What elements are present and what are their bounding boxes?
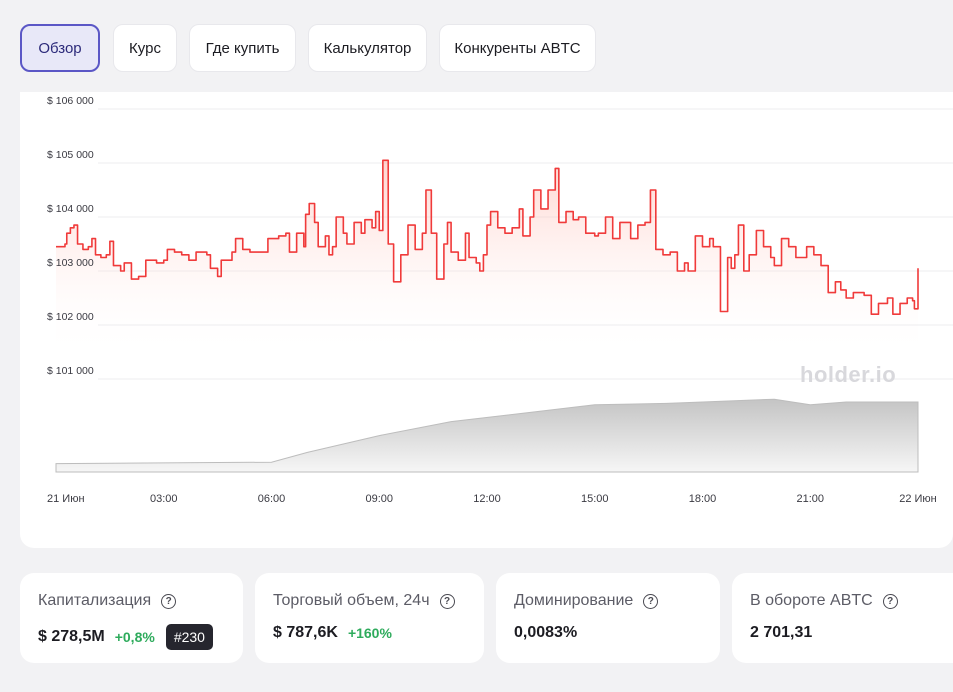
tab-where-to-buy[interactable]: Где купить	[189, 24, 296, 72]
question-circle-icon[interactable]: ?	[161, 593, 177, 609]
stat-card-dominance: Доминирование ? 0,0083%	[496, 573, 720, 663]
question-circle-icon[interactable]: ?	[882, 593, 898, 609]
stat-label: Торговый объем, 24ч ?	[273, 592, 455, 610]
stat-change: +160%	[347, 625, 392, 641]
tab-calculator[interactable]: Калькулятор	[308, 24, 427, 72]
volume-area	[55, 398, 919, 473]
x-tick-label: 22 Июн	[899, 493, 937, 505]
tab-competitors[interactable]: Конкуренты ABTC	[439, 24, 596, 72]
x-tick-label: 21 Июн	[47, 493, 85, 505]
stat-label-text: Доминирование	[514, 592, 634, 609]
stat-change: +0,8%	[114, 629, 155, 645]
stat-value-row: $ 278,5M +0,8% #230	[38, 624, 213, 650]
price-area	[56, 160, 918, 358]
stat-value-row: 0,0083%	[514, 624, 577, 642]
stat-card-volume: Торговый объем, 24ч ? $ 787,6K +160%	[255, 573, 484, 663]
x-tick-label: 21:00	[796, 493, 824, 505]
x-tick-label: 03:00	[150, 493, 178, 505]
y-tick-label: $ 101 000	[47, 365, 94, 377]
x-tick-label: 18:00	[689, 493, 717, 505]
stat-label: В обороте ABTC ?	[750, 592, 898, 610]
price-chart-card: $ 106 000 $ 105 000 $ 104 000 $ 103 000 $ 10…	[20, 92, 953, 548]
stat-value: $ 278,5M	[38, 628, 105, 645]
stat-card-circulating: В обороте ABTC ? 2 701,31	[732, 573, 953, 663]
x-tick-label: 12:00	[473, 493, 501, 505]
stat-value: 2 701,31	[750, 624, 813, 641]
stat-value-row: $ 787,6K +160%	[273, 624, 392, 642]
stat-label: Доминирование ?	[514, 592, 659, 610]
y-tick-label: $ 105 000	[47, 149, 94, 161]
question-circle-icon[interactable]: ?	[643, 593, 659, 609]
holder-watermark-logo: holder.io	[800, 362, 897, 387]
rank-badge: #230	[165, 624, 213, 650]
y-tick-label: $ 103 000	[47, 257, 94, 269]
x-tick-label: 09:00	[365, 493, 393, 505]
stat-value: $ 787,6K	[273, 624, 338, 641]
x-tick-label: 06:00	[258, 493, 286, 505]
price-chart[interactable]: $ 106 000 $ 105 000 $ 104 000 $ 103 000 $ 10…	[20, 92, 953, 548]
stat-card-capitalization: Капитализация ? $ 278,5M +0,8% #230	[20, 573, 243, 663]
y-tick-label: $ 104 000	[47, 203, 94, 215]
stat-label: Капитализация ?	[38, 592, 177, 610]
y-tick-label: $ 106 000	[47, 95, 94, 107]
stat-label-text: В обороте ABTC	[750, 592, 873, 609]
x-tick-label: 15:00	[581, 493, 609, 505]
stat-label-text: Торговый объем, 24ч	[273, 592, 430, 609]
question-circle-icon[interactable]: ?	[439, 593, 455, 609]
stat-value-row: 2 701,31	[750, 624, 812, 642]
tab-rate[interactable]: Курс	[113, 24, 177, 72]
stat-value: 0,0083%	[514, 624, 578, 641]
stat-label-text: Капитализация	[38, 592, 152, 609]
tab-overview[interactable]: Обзор	[20, 24, 100, 72]
y-tick-label: $ 102 000	[47, 311, 94, 323]
